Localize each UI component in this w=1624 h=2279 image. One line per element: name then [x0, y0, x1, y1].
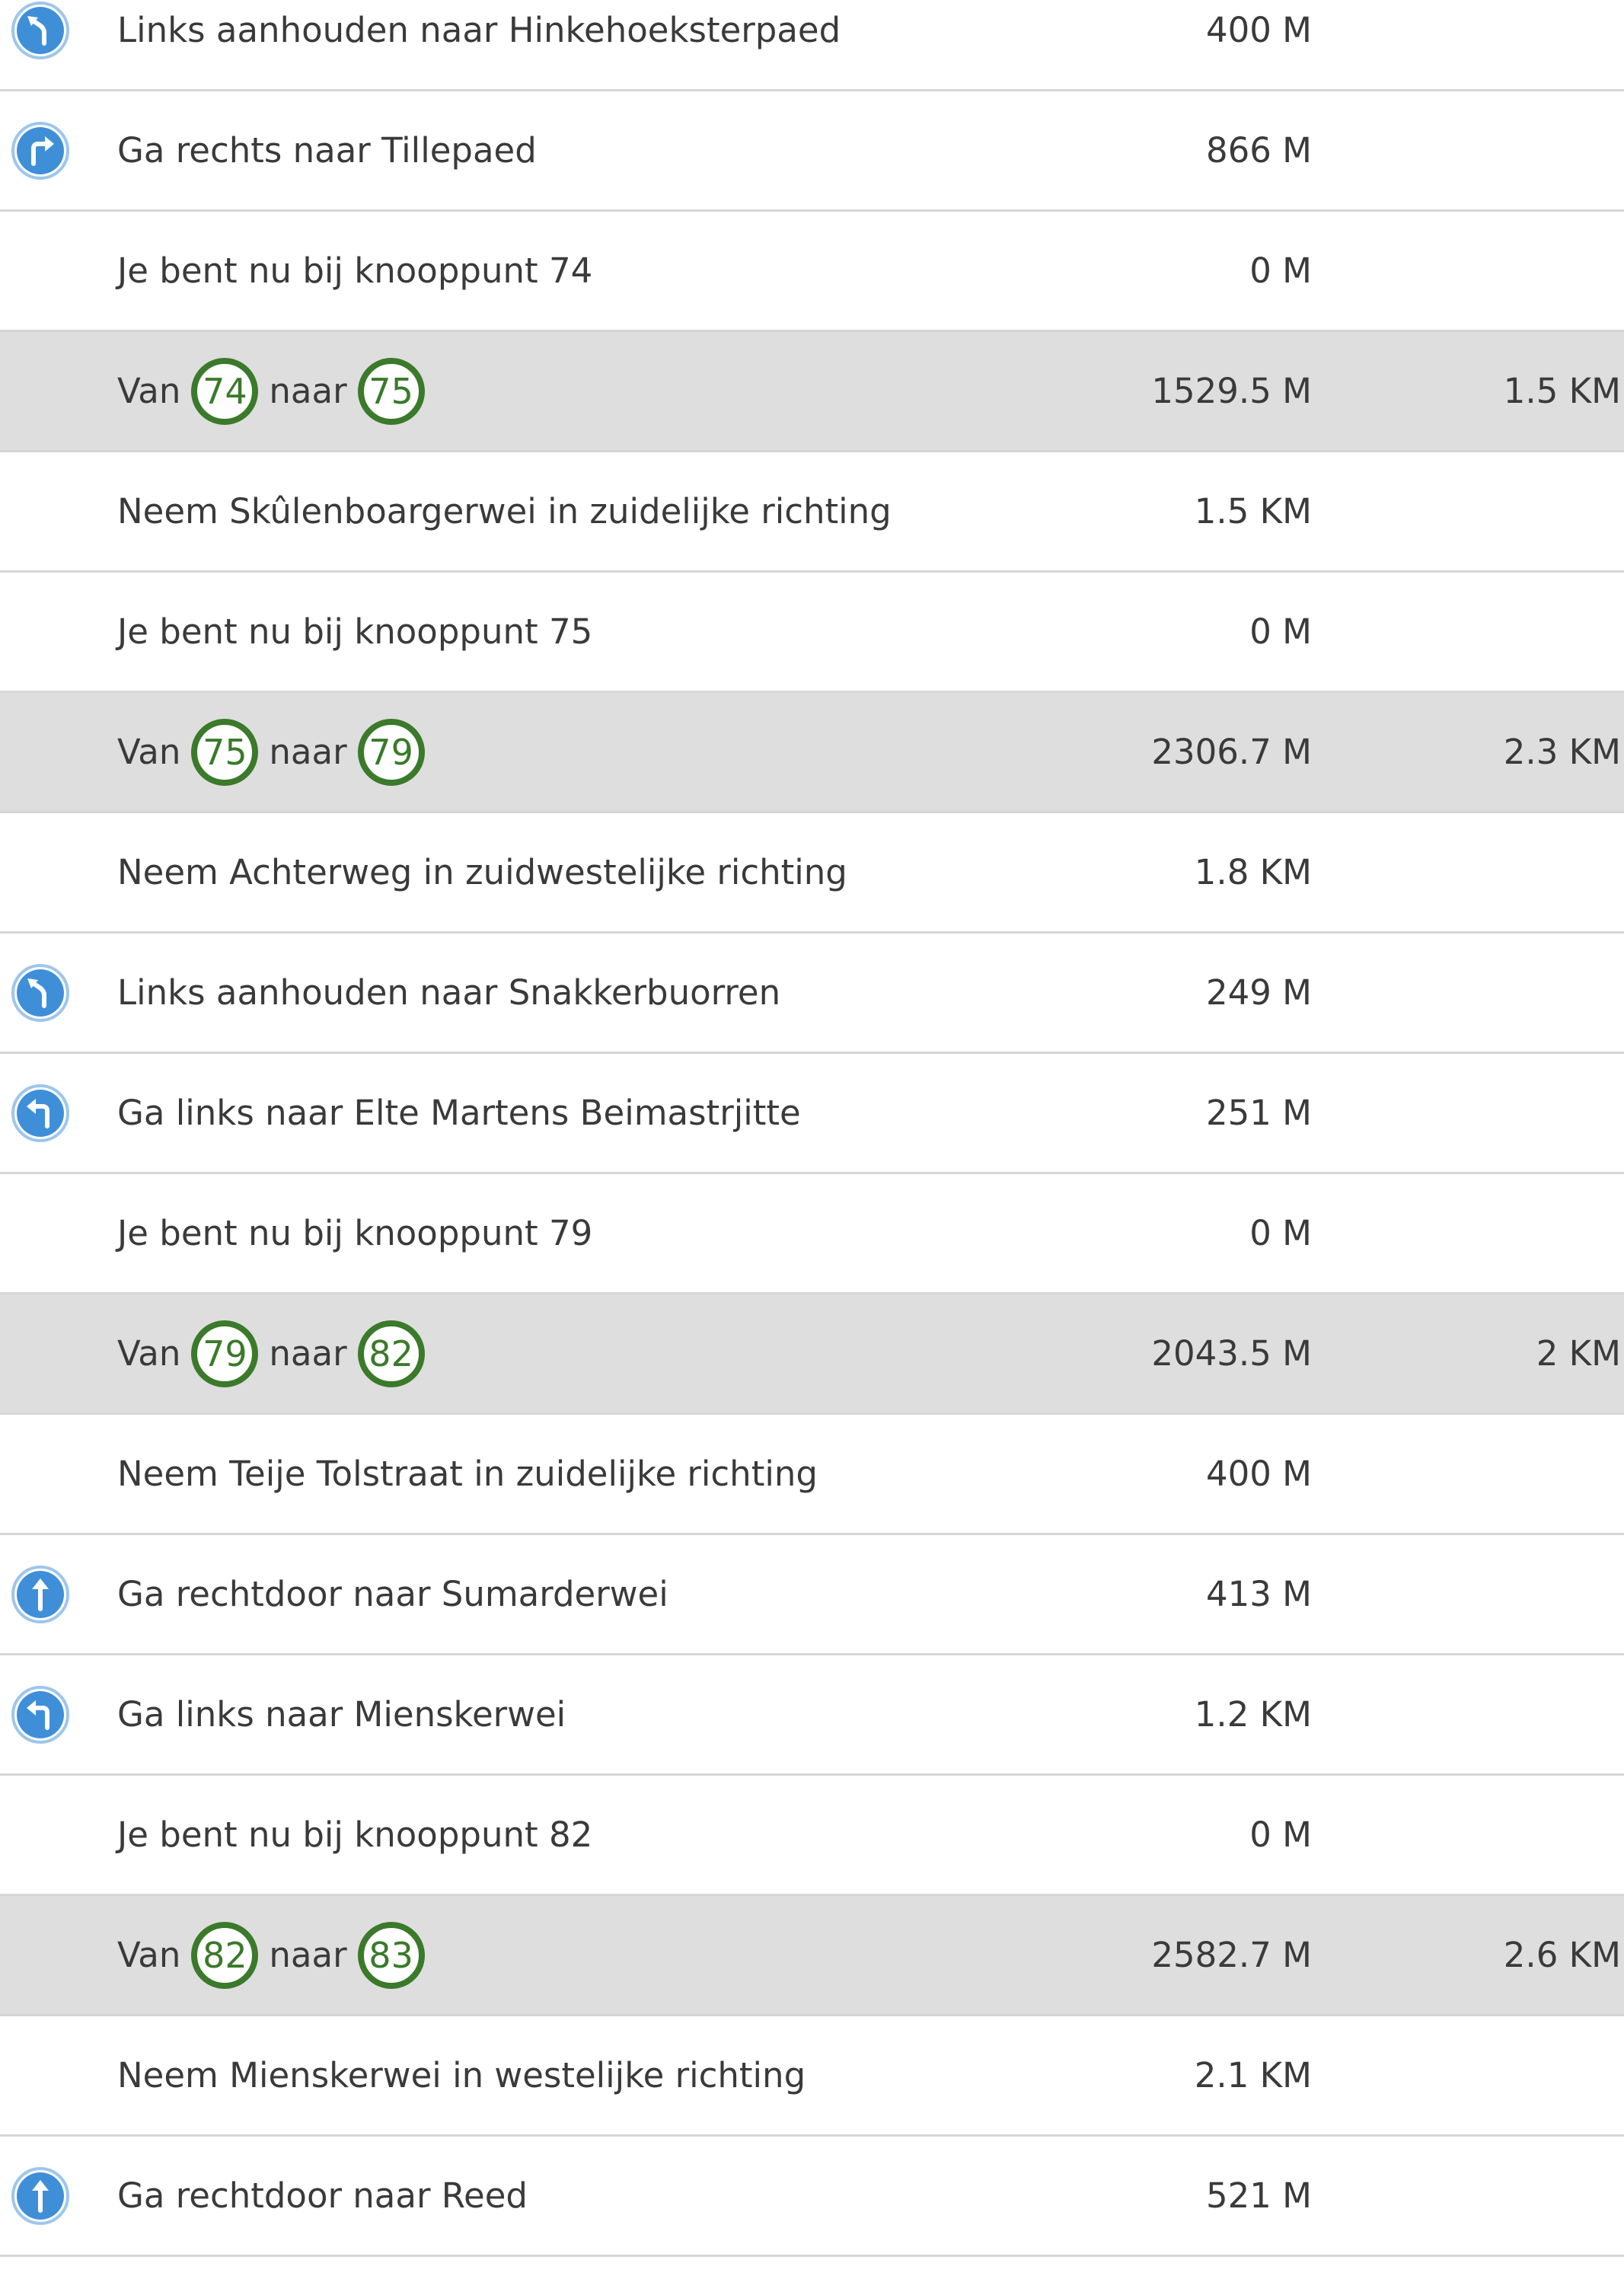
straight-icon [11, 2166, 70, 2226]
step-instruction: Ga rechts naar Tillepaed [117, 130, 537, 171]
step-instruction: Ga links naar Mienskerwei [117, 1694, 566, 1735]
step-instruction: Neem Skûlenboargerwei in zuidelijke rich… [117, 491, 892, 531]
step-distance: 2.1 KM [1194, 2055, 1312, 2095]
step-instruction: Je bent nu bij knooppunt 82 [117, 1815, 593, 1855]
step-distance: 249 M [1205, 972, 1312, 1013]
step-row[interactable]: Ga links naar Mienskerwei 1.2 KM [0, 1655, 1624, 1776]
segment-label: Van 82 naar 83 [117, 1896, 436, 2014]
node-badge-from: 79 [191, 1320, 259, 1387]
step-distance: 400 M [1205, 10, 1312, 50]
segment-label: Van 74 naar 75 [117, 332, 436, 450]
step-distance: 866 M [1205, 130, 1312, 171]
segment-to-label: naar [269, 732, 347, 772]
straight-icon [11, 1565, 70, 1624]
keep-left-icon [11, 1, 70, 60]
node-badge-to: 75 [357, 357, 425, 425]
step-instruction: Ga rechtdoor naar Reed [117, 2175, 528, 2216]
step-row[interactable]: Neem Teije Tolstraat in zuidelijke richt… [0, 1415, 1624, 1535]
step-row[interactable]: Ga links naar Elte Martens Beimastrjitte… [0, 1054, 1624, 1174]
step-instruction: Je bent nu bij knooppunt 75 [117, 611, 593, 652]
segment-to-label: naar [269, 1935, 347, 1975]
segment-row[interactable]: Van 75 naar 79 2306.7 M 2.3 KM [0, 693, 1624, 813]
step-instruction: Neem Teije Tolstraat in zuidelijke richt… [117, 1454, 818, 1494]
step-row[interactable]: Neem Mienskerwei in westelijke richting 2… [0, 2016, 1624, 2137]
step-distance: 1.5 KM [1194, 491, 1312, 531]
turn-left-icon [11, 1685, 70, 1744]
step-instruction: Ga rechtdoor naar Sumarderwei [117, 1574, 668, 1614]
step-instruction: Neem Achterweg in zuidwestelijke richtin… [117, 852, 847, 892]
node-badge-to: 82 [357, 1320, 425, 1387]
segment-to-label: naar [269, 371, 347, 411]
step-distance: 521 M [1205, 2175, 1312, 2216]
step-row[interactable]: Ga rechtdoor naar Sumarderwei 413 M [0, 1535, 1624, 1655]
node-badge-from: 75 [191, 718, 259, 786]
step-distance: 0 M [1249, 251, 1312, 291]
segment-distance: 2582.7 M [1151, 1935, 1312, 1975]
step-instruction: Neem Mienskerwei in westelijke richting [117, 2055, 806, 2095]
node-badge-from: 74 [191, 357, 259, 425]
segment-distance: 2306.7 M [1151, 732, 1312, 772]
step-distance: 413 M [1205, 1574, 1312, 1614]
step-distance: 0 M [1249, 611, 1312, 652]
segment-total: 1.5 KM [1503, 371, 1621, 411]
node-badge-from: 82 [191, 1921, 259, 1989]
segment-total: 2.3 KM [1503, 732, 1621, 772]
segment-row[interactable]: Van 74 naar 75 1529.5 M 1.5 KM [0, 332, 1624, 452]
turn-left-icon [11, 1084, 70, 1143]
step-distance: 0 M [1249, 1213, 1312, 1253]
segment-row[interactable]: Van 79 naar 82 2043.5 M 2 KM [0, 1294, 1624, 1415]
step-distance: 400 M [1205, 1454, 1312, 1494]
segment-label: Van 79 naar 82 [117, 1294, 436, 1412]
segment-total: 2.6 KM [1503, 1935, 1621, 1975]
segment-from-label: Van [117, 732, 181, 772]
keep-left-icon [11, 963, 70, 1023]
step-instruction: Ga links naar Elte Martens Beimastrjitte [117, 1093, 801, 1133]
segment-to-label: naar [269, 1333, 347, 1374]
step-row[interactable]: Neem Achterweg in zuidwestelijke richtin… [0, 813, 1624, 934]
segment-distance: 1529.5 M [1151, 371, 1312, 411]
step-distance: 0 M [1249, 1815, 1312, 1855]
step-row[interactable]: Je bent nu bij knooppunt 79 0 M [0, 1174, 1624, 1294]
turn-right-icon [11, 121, 70, 180]
step-distance: 1.8 KM [1194, 852, 1312, 892]
step-row[interactable]: Neem Skûlenboargerwei in zuidelijke rich… [0, 452, 1624, 573]
segment-label: Van 75 naar 79 [117, 693, 436, 811]
step-row[interactable]: Ga rechts naar Tillepaed 866 M [0, 91, 1624, 212]
node-badge-to: 79 [357, 718, 425, 786]
segment-distance: 2043.5 M [1151, 1333, 1312, 1374]
segment-row[interactable]: Van 82 naar 83 2582.7 M 2.6 KM [0, 1896, 1624, 2016]
segment-from-label: Van [117, 371, 181, 411]
step-row[interactable]: Je bent nu bij knooppunt 82 0 M [0, 1776, 1624, 1896]
step-instruction: Je bent nu bij knooppunt 74 [117, 251, 593, 291]
step-row[interactable]: Links aanhouden naar Snakkerbuorren 249 M [0, 934, 1624, 1054]
step-row[interactable]: Links aanhouden naar Hinkehoeksterpaed 40… [0, 0, 1624, 91]
step-distance: 251 M [1205, 1093, 1312, 1133]
route-directions-list: Links aanhouden naar Hinkehoeksterpaed 40… [0, 0, 1624, 2257]
step-instruction: Je bent nu bij knooppunt 79 [117, 1213, 593, 1253]
step-instruction: Links aanhouden naar Hinkehoeksterpaed [117, 10, 841, 50]
segment-from-label: Van [117, 1333, 181, 1374]
step-row[interactable]: Je bent nu bij knooppunt 74 0 M [0, 212, 1624, 332]
step-instruction: Links aanhouden naar Snakkerbuorren [117, 972, 781, 1013]
segment-from-label: Van [117, 1935, 181, 1975]
segment-total: 2 KM [1536, 1333, 1621, 1374]
step-row[interactable]: Ga rechtdoor naar Reed 521 M [0, 2137, 1624, 2257]
step-row[interactable]: Je bent nu bij knooppunt 75 0 M [0, 573, 1624, 693]
node-badge-to: 83 [357, 1921, 425, 1989]
step-distance: 1.2 KM [1194, 1694, 1312, 1735]
